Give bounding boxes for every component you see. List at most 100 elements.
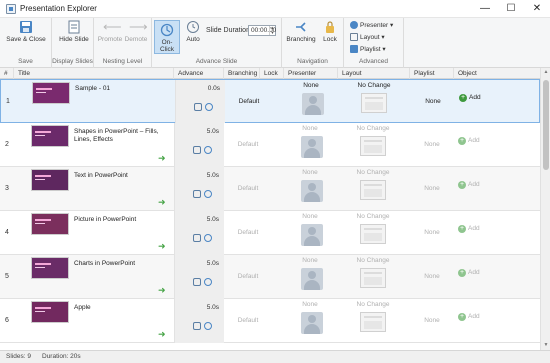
- add-object-button[interactable]: + Add: [458, 269, 480, 277]
- advance-cell[interactable]: 5.0s: [174, 299, 224, 343]
- playlist-value[interactable]: None: [412, 211, 452, 255]
- lock-button[interactable]: Lock: [320, 20, 340, 43]
- on-click-icon[interactable]: [193, 190, 201, 198]
- table-row[interactable]: 3 Text in PowerPoint ➜ 5.0s Default None No Ch…: [0, 167, 540, 211]
- column-playlist[interactable]: Playlist: [410, 68, 454, 79]
- branching-value[interactable]: Default: [230, 211, 266, 255]
- slide-title[interactable]: Apple: [74, 304, 174, 312]
- advance-cell[interactable]: 5.0s: [174, 211, 224, 255]
- vertical-scrollbar[interactable]: ▲ ▼: [540, 68, 550, 350]
- go-to-slide-icon[interactable]: ➜: [158, 153, 166, 164]
- on-click-icon[interactable]: [193, 322, 201, 330]
- scroll-up-icon[interactable]: ▲: [541, 68, 550, 77]
- timer-icon[interactable]: [204, 146, 212, 154]
- add-object-button[interactable]: + Add: [458, 181, 480, 189]
- timer-icon[interactable]: [204, 322, 212, 330]
- slide-thumbnail[interactable]: [31, 169, 69, 191]
- promote-button[interactable]: ⟵ Promote: [97, 20, 123, 44]
- presenter-cell[interactable]: None: [284, 167, 336, 211]
- column-number[interactable]: #: [0, 68, 14, 79]
- layout-cell[interactable]: No Change: [338, 299, 408, 343]
- layout-cell[interactable]: No Change: [338, 211, 408, 255]
- slide-thumbnail[interactable]: [31, 257, 69, 279]
- playlist-value[interactable]: None: [412, 123, 452, 167]
- layout-cell[interactable]: No Change: [339, 80, 409, 124]
- playlist-dropdown[interactable]: Playlist ▾: [350, 45, 386, 55]
- save-close-button[interactable]: Save & Close: [4, 20, 48, 43]
- column-advance[interactable]: Advance: [174, 68, 224, 79]
- go-to-slide-icon[interactable]: ➜: [158, 197, 166, 208]
- playlist-value[interactable]: None: [413, 80, 453, 124]
- timer-icon[interactable]: [205, 103, 213, 111]
- presenter-cell[interactable]: None: [284, 299, 336, 343]
- slide-title[interactable]: Shapes in PowerPoint – Fills, Lines, Eff…: [74, 128, 174, 144]
- scroll-thumb[interactable]: [543, 80, 549, 170]
- add-object-button[interactable]: + Add: [458, 225, 480, 233]
- advance-cell[interactable]: 5.0s: [174, 167, 224, 211]
- branching-value[interactable]: Default: [230, 123, 266, 167]
- scroll-down-icon[interactable]: ▼: [541, 341, 550, 350]
- branching-value[interactable]: Default: [230, 255, 266, 299]
- layout-cell[interactable]: No Change: [338, 123, 408, 167]
- close-button[interactable]: ✕: [524, 1, 550, 17]
- add-object-button[interactable]: + Add: [459, 94, 481, 102]
- slide-thumbnail[interactable]: [31, 125, 69, 147]
- timer-icon[interactable]: [204, 234, 212, 242]
- maximize-button[interactable]: ☐: [498, 1, 524, 17]
- playlist-value[interactable]: None: [412, 255, 452, 299]
- presenter-dropdown[interactable]: Presenter ▾: [350, 21, 393, 31]
- branching-value[interactable]: Default: [230, 167, 266, 211]
- demote-button[interactable]: ⟶ Demote: [123, 20, 149, 44]
- column-title[interactable]: Title: [14, 68, 174, 79]
- column-lock[interactable]: Lock: [260, 68, 284, 79]
- layout-cell[interactable]: No Change: [338, 167, 408, 211]
- on-click-icon[interactable]: [194, 103, 202, 111]
- go-to-slide-icon[interactable]: ➜: [158, 241, 166, 252]
- timer-icon[interactable]: [204, 190, 212, 198]
- slide-thumbnail[interactable]: [32, 82, 70, 104]
- go-to-slide-icon[interactable]: ➜: [158, 329, 166, 340]
- slide-title[interactable]: Picture in PowerPoint: [74, 216, 174, 224]
- slide-duration-input[interactable]: 00:00.00 ▲ ▼: [248, 25, 276, 36]
- presenter-cell[interactable]: None: [285, 80, 337, 124]
- on-click-button[interactable]: On-Click: [154, 20, 180, 54]
- branching-value[interactable]: Default: [231, 80, 267, 124]
- column-presenter[interactable]: Presenter: [284, 68, 338, 79]
- playlist-value[interactable]: None: [412, 299, 452, 343]
- on-click-icon[interactable]: [193, 278, 201, 286]
- table-row[interactable]: 4 Picture in PowerPoint ➜ 5.0s Default None No…: [0, 211, 540, 255]
- go-to-slide-icon[interactable]: ➜: [158, 285, 166, 296]
- spinner-arrows-icon[interactable]: ▲ ▼: [269, 25, 275, 35]
- minimize-button[interactable]: —: [472, 1, 498, 17]
- advance-cell[interactable]: 0.0s: [175, 80, 225, 124]
- slide-title[interactable]: Charts in PowerPoint: [74, 260, 174, 268]
- slide-title[interactable]: Sample - 01: [75, 85, 175, 93]
- branching-value[interactable]: Default: [230, 299, 266, 343]
- presenter-cell[interactable]: None: [284, 211, 336, 255]
- column-object[interactable]: Object: [454, 68, 540, 79]
- add-object-button[interactable]: + Add: [458, 137, 480, 145]
- timer-icon[interactable]: [204, 278, 212, 286]
- layout-cell[interactable]: No Change: [338, 255, 408, 299]
- table-row[interactable]: 1 Sample - 01 0.0s Default None No Change None…: [0, 79, 540, 124]
- table-row[interactable]: 2 Shapes in PowerPoint – Fills, Lines, Ef…: [0, 123, 540, 167]
- advance-cell[interactable]: 5.0s: [174, 255, 224, 299]
- slide-title[interactable]: Text in PowerPoint: [74, 172, 174, 180]
- presenter-cell[interactable]: None: [284, 255, 336, 299]
- table-row[interactable]: 5 Charts in PowerPoint ➜ 5.0s Default None No …: [0, 255, 540, 299]
- on-click-icon[interactable]: [193, 146, 201, 154]
- presenter-cell[interactable]: None: [284, 123, 336, 167]
- table-row[interactable]: 6 Apple ➜ 5.0s Default None No Change None + Add: [0, 299, 540, 343]
- add-object-button[interactable]: + Add: [458, 313, 480, 321]
- column-branching[interactable]: Branching: [224, 68, 260, 79]
- on-click-icon[interactable]: [193, 234, 201, 242]
- column-layout[interactable]: Layout: [338, 68, 410, 79]
- advance-cell[interactable]: 5.0s: [174, 123, 224, 167]
- slide-thumbnail[interactable]: [31, 301, 69, 323]
- auto-button[interactable]: Auto: [182, 20, 204, 43]
- playlist-value[interactable]: None: [412, 167, 452, 211]
- slide-thumbnail[interactable]: [31, 213, 69, 235]
- hide-slide-button[interactable]: Hide Slide: [56, 20, 92, 43]
- branching-button[interactable]: Branching: [286, 20, 316, 43]
- layout-dropdown[interactable]: Layout ▾: [350, 33, 385, 43]
